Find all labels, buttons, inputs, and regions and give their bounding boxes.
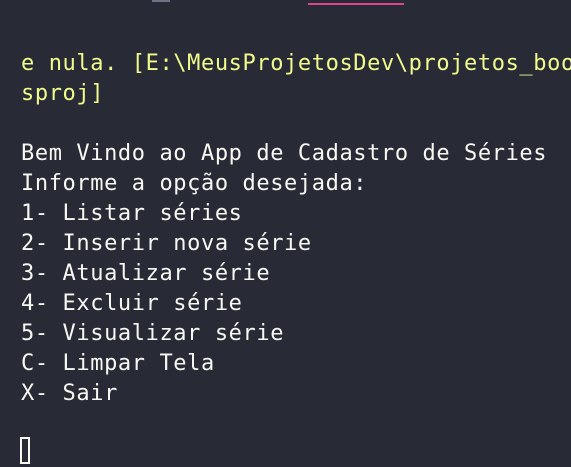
- menu-option-2: 2- Inserir nova série: [21, 231, 312, 256]
- menu-option-4: 4- Excluir série: [21, 291, 243, 316]
- warning-line-1: e nula. [E:\MeusProjetosDev\projetos_boo…: [21, 51, 571, 76]
- terminal-window[interactable]: e nula. [E:\MeusProjetosDev\projetos_boo…: [0, 0, 571, 467]
- previous-output-fragment: [0, 0, 571, 6]
- menu-option-3: 3- Atualizar série: [21, 261, 271, 286]
- text-cursor[interactable]: [20, 437, 30, 464]
- welcome-text: Bem Vindo ao App de Cadastro de Séries: [21, 141, 548, 166]
- menu-option-5: 5- Visualizar série: [21, 321, 285, 346]
- fragment-mark-pink: [308, 3, 404, 5]
- menu-option-exit: X- Sair: [21, 381, 118, 406]
- warning-line-2: sproj]: [21, 81, 105, 106]
- menu-option-1: 1- Listar séries: [21, 201, 243, 226]
- fragment-mark-gray: [152, 0, 170, 2]
- prompt-text: Informe a opção desejada:: [21, 171, 368, 196]
- menu-option-clear: C- Limpar Tela: [21, 351, 215, 376]
